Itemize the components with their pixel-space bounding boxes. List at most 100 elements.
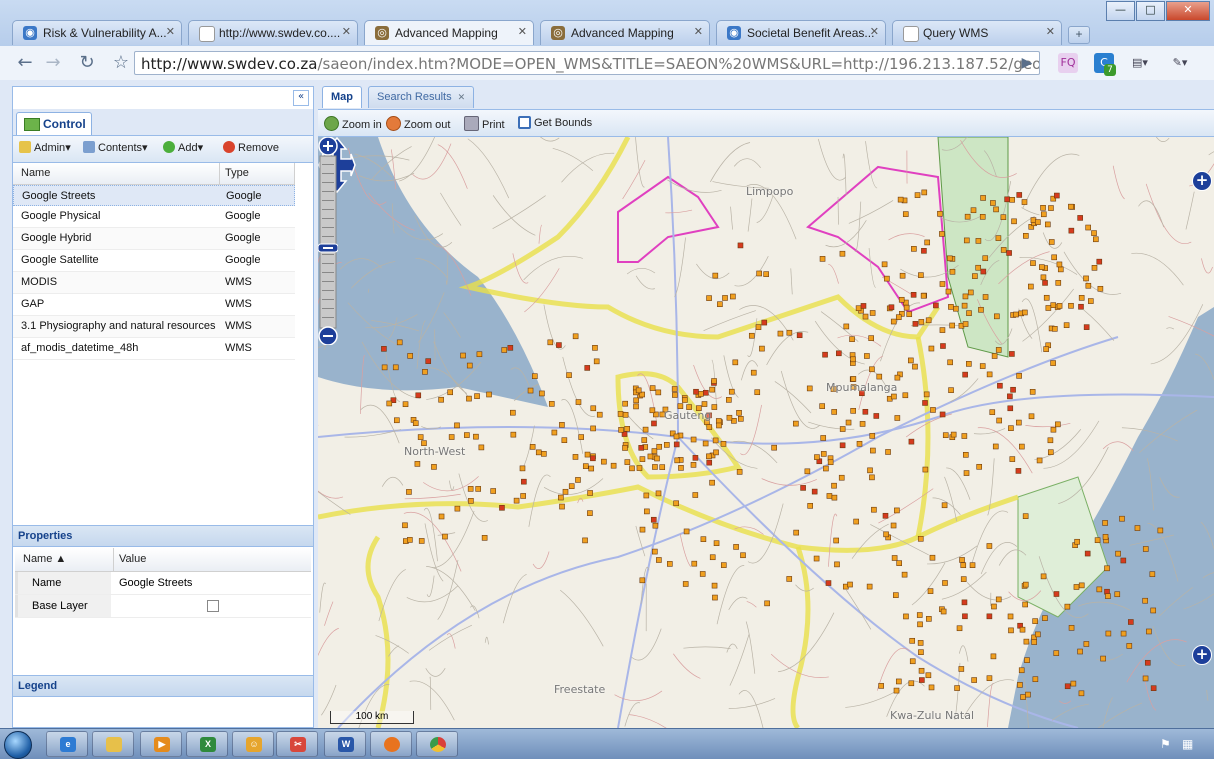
fire-point xyxy=(961,563,966,568)
browser-tab-risk[interactable]: ◉ Risk & Vulnerability A... ✕ xyxy=(12,20,182,45)
column-name[interactable]: Name xyxy=(21,167,50,179)
wrench-icon[interactable]: ✎▾ xyxy=(1170,53,1190,73)
collapse-panel-button[interactable]: « xyxy=(293,90,309,106)
fire-point xyxy=(911,292,916,297)
fire-point xyxy=(1049,239,1054,244)
close-icon[interactable]: ✕ xyxy=(1046,25,1055,38)
fire-point xyxy=(879,683,884,688)
fire-point xyxy=(508,345,513,350)
table-row[interactable]: GAPWMS xyxy=(13,294,295,316)
property-value[interactable]: Google Streets xyxy=(119,577,192,589)
go-arrow-icon[interactable]: ▶ xyxy=(1016,52,1038,74)
fire-point xyxy=(491,489,496,494)
table-row[interactable]: MODISWMS xyxy=(13,272,295,294)
table-row[interactable]: Google SatelliteGoogle xyxy=(13,250,295,272)
fire-point xyxy=(903,212,908,217)
table-row[interactable]: 3.1 Physiography and natural resourcesWM… xyxy=(13,316,295,338)
tab-control[interactable]: Control xyxy=(16,112,92,135)
bounds-icon xyxy=(518,116,531,129)
close-icon[interactable]: ✕ xyxy=(694,25,703,38)
taskbar-excel[interactable]: X xyxy=(186,731,228,757)
fire-point xyxy=(1105,594,1110,599)
close-icon[interactable]: ✕ xyxy=(870,25,879,38)
browser-tab-swdev[interactable]: http://www.swdev.co.... ✕ xyxy=(188,20,358,45)
contents-button[interactable]: Contents▾ xyxy=(83,141,148,154)
table-row[interactable]: Google HybridGoogle xyxy=(13,228,295,250)
fire-point xyxy=(1028,284,1033,289)
close-icon[interactable]: ✕ xyxy=(166,25,175,38)
taskbar-ie[interactable]: e xyxy=(46,731,88,757)
fire-point xyxy=(653,523,658,528)
browser-tab-societal[interactable]: ◉ Societal Benefit Areas... ✕ xyxy=(716,20,886,45)
layer-switcher-plus-icon[interactable]: + xyxy=(1192,171,1212,191)
table-row[interactable]: Google StreetsGoogle xyxy=(13,185,295,206)
fire-point xyxy=(1054,193,1059,198)
taskbar-messenger[interactable]: ☺ xyxy=(232,731,274,757)
legend-panel-title[interactable]: Legend xyxy=(13,675,313,697)
fq-extension-icon[interactable]: FQ xyxy=(1058,53,1078,73)
close-icon[interactable]: ✕ xyxy=(518,25,527,38)
properties-panel-title[interactable]: Properties xyxy=(13,525,313,547)
browser-tab-query-wms[interactable]: Query WMS ✕ xyxy=(892,20,1062,45)
browser-tab-advanced-mapping-2[interactable]: ◎ Advanced Mapping ✕ xyxy=(540,20,710,45)
fire-point xyxy=(511,432,516,437)
close-window-button[interactable]: ✕ xyxy=(1166,1,1210,21)
fire-point xyxy=(1097,259,1102,264)
base-layer-checkbox[interactable] xyxy=(207,600,219,612)
reload-icon[interactable]: ↻ xyxy=(76,52,98,74)
print-button[interactable]: Print xyxy=(464,116,505,131)
fire-point xyxy=(884,276,889,281)
flag-icon[interactable]: ⚑ xyxy=(1160,737,1171,751)
table-row[interactable]: Google PhysicalGoogle xyxy=(13,206,295,228)
page-menu-icon[interactable]: ▤▾ xyxy=(1130,53,1150,73)
forward-arrow-icon[interactable]: → xyxy=(42,52,64,74)
fire-point xyxy=(891,523,896,528)
tab-map[interactable]: Map xyxy=(322,86,362,108)
bookmark-star-icon[interactable]: ☆ xyxy=(110,52,132,74)
fire-point xyxy=(1045,222,1050,227)
property-row-base-layer[interactable]: Base Layer xyxy=(15,595,311,618)
get-bounds-button[interactable]: Get Bounds xyxy=(518,116,592,129)
chrome-icon xyxy=(430,737,446,752)
new-tab-button[interactable]: + xyxy=(1068,26,1090,44)
add-button[interactable]: Add▾ xyxy=(163,141,203,154)
fire-point xyxy=(902,572,907,577)
property-row-name[interactable]: Name Google Streets xyxy=(15,572,311,595)
map-view[interactable]: Limpopo Mpumalanga Gauteng North-West Fr… xyxy=(318,137,1214,728)
table-row[interactable]: af_modis_datetime_48hWMS xyxy=(13,338,295,360)
fire-point xyxy=(896,679,901,684)
admin-button[interactable]: Admin▾ xyxy=(19,141,71,154)
close-icon[interactable]: ✕ xyxy=(458,92,466,102)
tab-label: http://www.swdev.co.... xyxy=(219,26,340,40)
zoom-slider[interactable] xyxy=(318,137,338,345)
zoom-out-button[interactable]: Zoom out xyxy=(386,116,450,131)
taskbar-snip[interactable]: ✂ xyxy=(276,731,318,757)
start-button[interactable] xyxy=(0,729,36,759)
back-arrow-icon[interactable]: ← xyxy=(14,52,36,74)
network-icon[interactable]: ▦ xyxy=(1182,737,1193,751)
remove-button[interactable]: Remove xyxy=(223,141,279,154)
taskbar-media[interactable]: ▶ xyxy=(140,731,182,757)
browser-tab-advanced-mapping[interactable]: ◎ Advanced Mapping ✕ xyxy=(364,20,534,45)
column-property-value[interactable]: Value xyxy=(119,553,146,565)
tab-search-results[interactable]: Search Results✕ xyxy=(368,86,474,108)
column-type[interactable]: Type xyxy=(225,167,249,179)
overview-map-plus-icon[interactable]: + xyxy=(1192,645,1212,665)
minimize-button[interactable]: — xyxy=(1106,1,1135,21)
fire-point xyxy=(929,685,934,690)
close-icon[interactable]: ✕ xyxy=(342,25,351,38)
zoom-out-icon xyxy=(386,116,401,131)
maximize-button[interactable]: □ xyxy=(1136,1,1165,21)
address-bar[interactable]: http://www.swdev.co.za/saeon/index.htm?M… xyxy=(134,51,1040,75)
taskbar-firefox[interactable] xyxy=(370,731,412,757)
folder-icon xyxy=(106,737,122,752)
column-property-name[interactable]: Name ▲ xyxy=(23,553,66,565)
zoom-tick xyxy=(322,317,334,318)
taskbar-explorer[interactable] xyxy=(92,731,134,757)
taskbar-word[interactable]: W xyxy=(324,731,366,757)
fire-point xyxy=(622,445,627,450)
fire-point xyxy=(454,423,459,428)
fire-point xyxy=(883,513,888,518)
taskbar-chrome[interactable] xyxy=(416,731,458,757)
zoom-in-button[interactable]: Zoom in xyxy=(324,116,382,131)
